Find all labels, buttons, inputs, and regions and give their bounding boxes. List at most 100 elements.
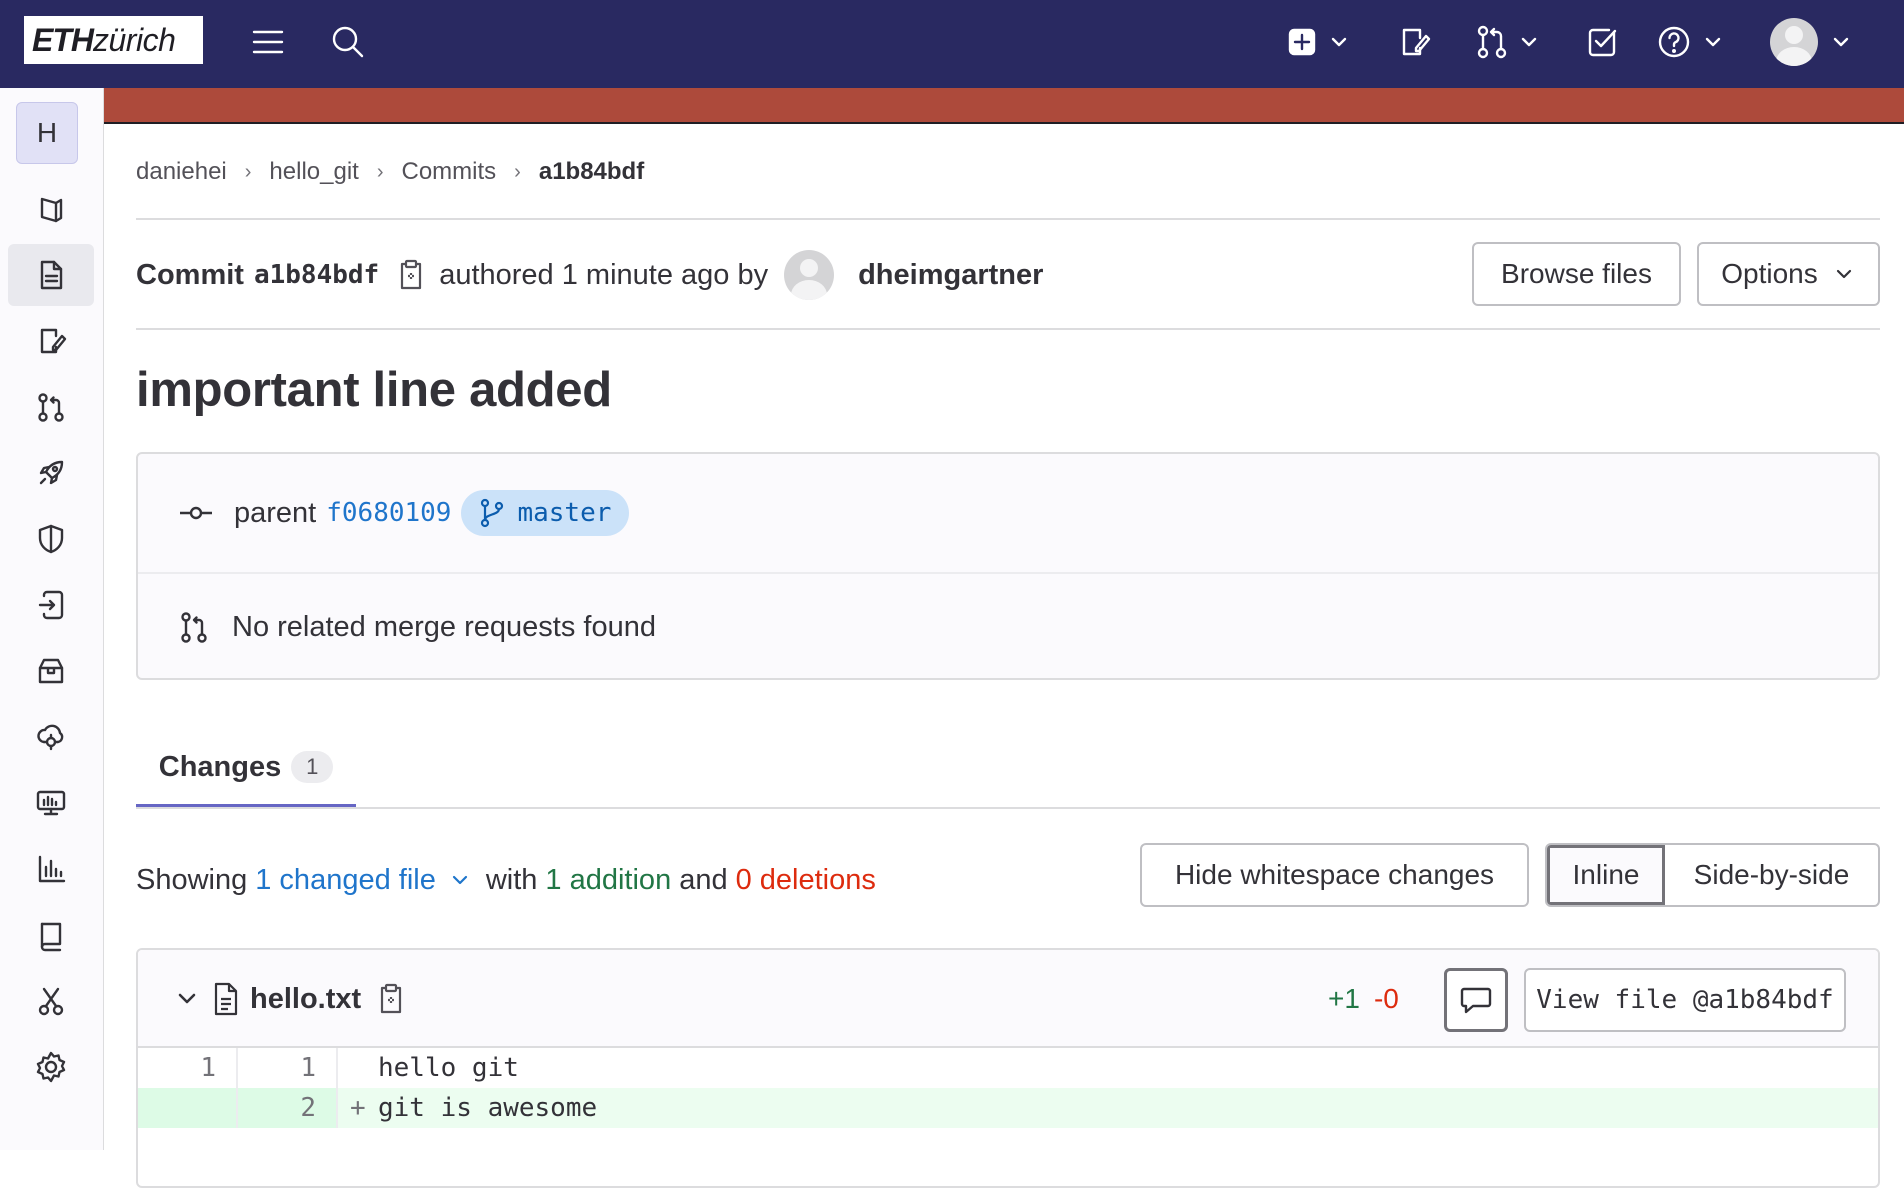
settings-icon [36,1051,66,1083]
diff-line-context: 1 1 hello git [138,1048,1878,1088]
chevron-right-icon: › [244,160,252,183]
and-text: and [679,863,728,896]
sidebar-item-snippets[interactable] [8,970,94,1032]
todos-icon[interactable] [1582,20,1622,64]
chevron-right-icon: › [376,160,384,183]
file-lines-added: +1 [1328,983,1360,1014]
packages-icon [38,658,64,684]
author-name[interactable]: dheimgartner [858,259,1043,292]
sidebar-item-issues[interactable] [8,310,94,372]
project-avatar[interactable]: H [16,102,78,164]
new-line-number[interactable]: 1 [238,1048,338,1088]
comment-toggle-button[interactable] [1444,968,1508,1032]
breadcrumb-item-project[interactable]: hello_git [269,158,358,186]
help-dropdown[interactable] [1654,20,1726,64]
user-avatar [1770,18,1818,66]
merge-request-icon [181,612,207,643]
diff-line-added: 2 + git is awesome [138,1088,1878,1128]
breadcrumb: daniehei › hello_git › Commits › a1b84bd… [136,154,644,190]
diff-line-code: hello git [378,1053,519,1083]
changed-files-dropdown[interactable]: 1 changed file [255,864,436,897]
merge-requests-dropdown[interactable] [1472,20,1542,64]
options-label: Options [1721,258,1818,289]
divider [136,328,1880,330]
chevron-down-icon [1521,37,1537,47]
commit-info-box: parent f0680109 master No related merge … [136,452,1880,680]
sidebar-item-repository[interactable] [8,244,94,306]
view-file-button[interactable]: View file @a1b84bdf [1524,968,1846,1032]
branch-badge[interactable]: master [461,490,630,536]
copy-icon [401,259,422,290]
branch-icon [481,498,504,528]
sidebar-item-packages[interactable] [8,640,94,702]
authored-text: authored 1 minute ago by [439,258,769,291]
old-line-number[interactable] [138,1088,238,1128]
chevron-down-icon[interactable] [448,868,472,892]
user-menu-dropdown[interactable] [1770,18,1854,66]
copy-icon [381,983,402,1014]
sidebar-item-deployments[interactable] [8,574,94,636]
file-text-icon [214,982,238,1016]
chevron-down-icon [1331,37,1347,47]
chevron-down-icon [1833,37,1849,47]
sidebar-item-project-overview[interactable] [8,178,94,240]
side-by-side-view-button[interactable]: Side-by-side [1665,845,1878,905]
old-line-number[interactable]: 1 [138,1048,238,1088]
ci-cd-rocket-icon [39,460,64,485]
inline-view-button[interactable]: Inline [1547,845,1665,905]
sidebar-item-infrastructure[interactable] [8,706,94,768]
parent-label: parent [234,496,317,529]
commit-title: important line added [136,363,612,417]
tab-changes-label: Changes [158,750,282,783]
copy-sha-button[interactable] [397,259,425,291]
hamburger-menu-icon[interactable] [248,20,288,64]
browse-files-button[interactable]: Browse files [1472,242,1681,306]
diff-marker: + [350,1093,366,1123]
logo-text-main: ETH [32,21,94,58]
chevron-right-icon: › [514,160,521,183]
additions-count: 1 addition [545,863,672,896]
copy-file-path-button[interactable] [377,983,405,1015]
snippets-icon [38,987,64,1016]
options-dropdown[interactable]: Options [1697,242,1880,306]
file-name[interactable]: hello.txt [250,983,361,1016]
broadcast-banner [104,88,1904,124]
breadcrumb-item-commits[interactable]: Commits [402,158,497,186]
commit-sha: a1b84bdf [253,260,380,290]
showing-text: Showing [136,863,248,896]
parent-commit-link[interactable]: f0680109 [326,498,451,528]
logo-text-sub: zürich [93,21,176,58]
no-merge-requests-text: No related merge requests found [232,610,656,643]
new-line-number[interactable]: 2 [238,1088,338,1128]
tab-changes[interactable]: Changes 1 [136,730,356,808]
hide-whitespace-button[interactable]: Hide whitespace changes [1140,843,1529,907]
breadcrumb-item-namespace[interactable]: daniehei [136,158,227,186]
merge-requests-row: No related merge requests found [138,574,1878,680]
wiki-icon [40,922,62,952]
commit-label: Commit [136,258,244,291]
file-lines-removed: -0 [1373,983,1399,1014]
sidebar-item-ci-cd[interactable] [8,442,94,504]
sidebar-item-analytics[interactable] [8,838,94,900]
branch-name: master [517,498,612,528]
project-sidebar: H [0,88,104,1150]
changed-files-label: 1 changed file [255,863,436,896]
issues-icon [40,328,67,354]
with-text: with [485,863,538,896]
analytics-icon [38,855,66,883]
search-icon[interactable] [328,20,368,64]
sidebar-item-merge-requests[interactable] [8,376,94,438]
commit-parent-row: parent f0680109 master [138,454,1878,574]
issues-nav-icon[interactable] [1394,20,1434,64]
breadcrumb-item-current[interactable]: a1b84bdf [539,158,644,186]
commit-icon [180,506,212,520]
file-header: hello.txt +1 -0 View file @a1b84bdf [138,950,1878,1048]
sidebar-item-settings[interactable] [8,1036,94,1098]
create-new-dropdown[interactable] [1284,20,1352,64]
sidebar-item-security[interactable] [8,508,94,570]
author-avatar[interactable] [784,250,835,300]
eth-zurich-logo[interactable]: ETH zürich [24,16,203,64]
sidebar-item-monitor[interactable] [8,772,94,834]
sidebar-item-wiki[interactable] [8,904,94,966]
chevron-down-icon[interactable] [174,986,200,1012]
